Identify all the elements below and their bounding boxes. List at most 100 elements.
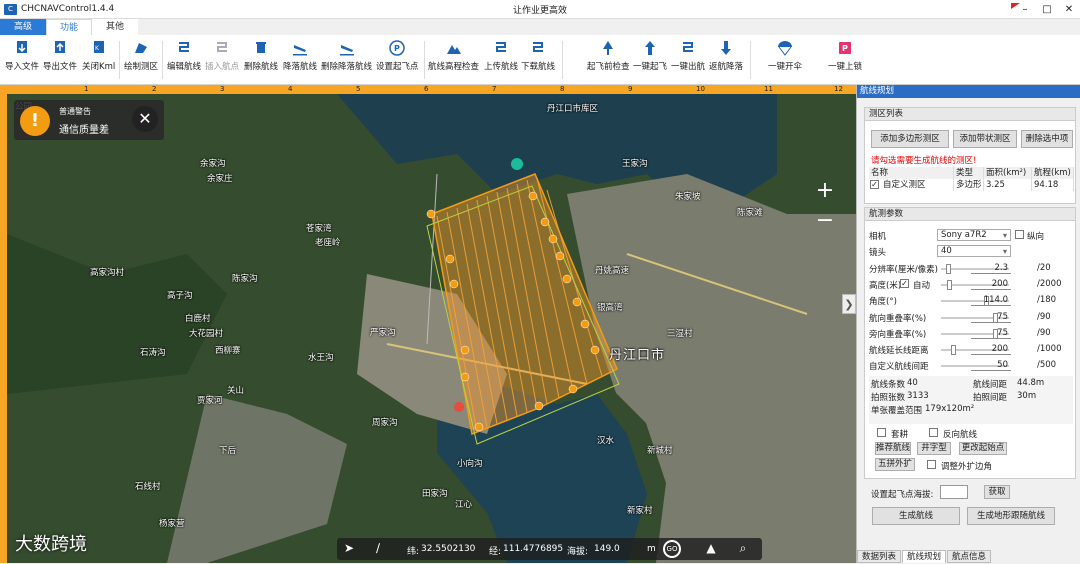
one-key-takeoff-button[interactable]: 一键起飞	[633, 39, 667, 72]
map-label: 余家沟	[200, 159, 226, 169]
adjust-angle-checkbox[interactable]	[927, 460, 936, 469]
upload-route-icon	[496, 42, 506, 52]
map-label: 丹姚高速	[595, 266, 630, 276]
svg-text:P: P	[394, 44, 400, 53]
one-key-parachute-button[interactable]: 一键开伞	[768, 39, 802, 72]
takeoff-altitude-input[interactable]	[940, 485, 968, 499]
map-label: 水王沟	[308, 353, 334, 363]
maximize-button[interactable]: □	[1036, 4, 1058, 15]
table-row[interactable]: ✓ 自定义测区 多边形 3.25 94.18	[869, 179, 1074, 191]
add-strip-area-button[interactable]: 添加带状测区	[953, 130, 1017, 148]
parking-circle-icon: P	[389, 40, 405, 56]
export-file-button[interactable]: 导出文件	[43, 39, 77, 72]
portrait-checkbox[interactable]	[1015, 230, 1024, 239]
close-kml-button[interactable]: K 关闭Kml	[82, 39, 115, 72]
taogeng-checkbox[interactable]	[877, 428, 886, 437]
area-table: 名称 类型 面积(km²) 航程(km) ✓ 自定义测区 多边形 3.25 94…	[869, 167, 1074, 191]
search-icon[interactable]: ⌕	[735, 541, 751, 557]
import-icon	[17, 41, 27, 53]
route-stats: 航线条数 40 航线间距 44.8m 拍照张数 3133 拍照间距 30m 单张…	[869, 376, 1073, 424]
horizontal-ruler: 1 2 3 4 5 6 7 8 9 10 11 12	[0, 85, 856, 94]
go-button[interactable]: GO	[663, 540, 681, 558]
ruler-icon[interactable]: ∕	[370, 541, 386, 557]
side-overlap-value[interactable]: 75	[971, 327, 1011, 339]
preflight-icon	[603, 41, 614, 55]
tab-route-planning[interactable]: 航线规划	[902, 550, 947, 563]
tab-waypoint-info[interactable]: 航点信息	[947, 550, 992, 563]
auto-height-checkbox[interactable]: ✓	[900, 279, 909, 288]
zoom-in-button[interactable]: +	[815, 179, 835, 203]
extend-distance-value[interactable]: 200	[971, 343, 1011, 355]
compass-icon[interactable]: ▲	[703, 541, 719, 557]
resolution-value[interactable]: 2.3	[971, 262, 1011, 274]
expand-route-button[interactable]: 五拼外扩	[875, 458, 915, 471]
delete-route-button[interactable]: 删除航线	[244, 39, 278, 72]
landing-route-button[interactable]: 降落航线	[283, 39, 317, 72]
panel-bottom-tabs: 数据列表 航线规划 航点信息	[857, 550, 1080, 563]
svg-text:P: P	[842, 44, 848, 53]
return-land-button[interactable]: 返航降落	[709, 39, 743, 72]
custom-spacing-value[interactable]: 50	[971, 359, 1011, 371]
recommend-route-button[interactable]: 推荐航线	[875, 442, 911, 455]
edit-route-button[interactable]: 编辑航线	[167, 39, 201, 72]
add-polygon-area-button[interactable]: 添加多边形测区	[871, 130, 949, 148]
reverse-route-checkbox[interactable]	[929, 428, 938, 437]
area-hint: 请勾选需要生成航线的测区!	[871, 156, 977, 166]
height-value[interactable]: 200	[971, 278, 1011, 290]
forward-overlap-value[interactable]: 75	[971, 311, 1011, 323]
fetch-altitude-button[interactable]: 获取	[984, 485, 1010, 499]
one-key-lock-button[interactable]: P 一键上锁	[828, 39, 862, 72]
map-label: 江心	[455, 500, 473, 510]
collapse-panel-button[interactable]: ❯	[842, 294, 856, 314]
route-elevation-check-button[interactable]: 航线高程检查	[428, 39, 479, 72]
takeoff-point-marker[interactable]	[511, 158, 523, 170]
vertical-ruler	[0, 94, 7, 563]
plane-landing-icon	[293, 45, 307, 56]
upload-route-button[interactable]: 上传航线	[484, 39, 518, 72]
preflight-check-button[interactable]: 起飞前检查	[587, 39, 630, 72]
map-label: 石线村	[135, 482, 161, 492]
map-label: 汉水	[597, 436, 615, 446]
lens-select[interactable]: 40	[937, 245, 1011, 257]
warning-title: 普通警告	[59, 107, 91, 116]
tab-advanced[interactable]: 高级	[0, 19, 46, 35]
import-file-button[interactable]: 导入文件	[5, 39, 39, 72]
dismiss-warning-button[interactable]: ✕	[132, 106, 158, 132]
generate-terrain-route-button[interactable]: 生成地形跟随航线	[967, 507, 1055, 525]
map-view[interactable]: 丹江口市库区 公园 王家沟 余家沟 余家庄 朱家坡 陈家滩 苍家湾 老座岭 高家…	[7, 94, 856, 563]
map-label: 关山	[227, 386, 245, 396]
close-button[interactable]: ✕	[1058, 4, 1080, 15]
map-label: 陈家滩	[737, 208, 763, 218]
tab-data-list[interactable]: 数据列表	[857, 550, 902, 563]
navigate-icon[interactable]: ➤	[341, 541, 357, 557]
download-route-button[interactable]: 下载航线	[521, 39, 555, 72]
change-start-button[interactable]: 更改起始点	[959, 442, 1007, 455]
tab-other[interactable]: 其他	[92, 19, 138, 35]
grid-route-button[interactable]: 井字型	[917, 442, 951, 455]
export-icon	[55, 41, 65, 53]
insert-point-icon	[217, 42, 227, 52]
warning-icon: !	[20, 106, 50, 136]
mountain-icon	[446, 45, 461, 54]
angle-value[interactable]: 114.0	[971, 294, 1011, 306]
coordinate-status-bar: ➤ ∕ 纬: 32.5502130 经: 111.4776895 海拔: 149…	[337, 538, 762, 560]
photo-count: 3133	[907, 391, 929, 401]
insert-point-button[interactable]: 插入航点	[205, 39, 239, 72]
area-row-checkbox[interactable]: ✓	[870, 180, 879, 189]
generate-route-button[interactable]: 生成航线	[872, 507, 960, 525]
map-label: 小向沟	[457, 459, 483, 469]
drone-position-marker[interactable]	[454, 402, 464, 412]
map-label: 大花园村	[189, 329, 224, 339]
map-label: 严家沟	[370, 328, 396, 338]
set-takeoff-button[interactable]: P 设置起飞点	[376, 39, 419, 72]
one-key-route-button[interactable]: 一键出航	[671, 39, 705, 72]
minimize-button[interactable]: –	[1014, 4, 1036, 15]
delete-landing-route-button[interactable]: 删除降落航线	[321, 39, 372, 72]
ribbon-tabs: 高级 功能 其他	[0, 19, 138, 35]
lock-p-icon: P	[839, 42, 851, 54]
tab-functions[interactable]: 功能	[46, 19, 92, 35]
camera-select[interactable]: Sony a7R2	[937, 229, 1011, 241]
draw-area-button[interactable]: 绘制测区	[124, 39, 158, 72]
zoom-out-button[interactable]: −	[815, 209, 835, 233]
delete-selected-button[interactable]: 删除选中项	[1021, 130, 1073, 148]
